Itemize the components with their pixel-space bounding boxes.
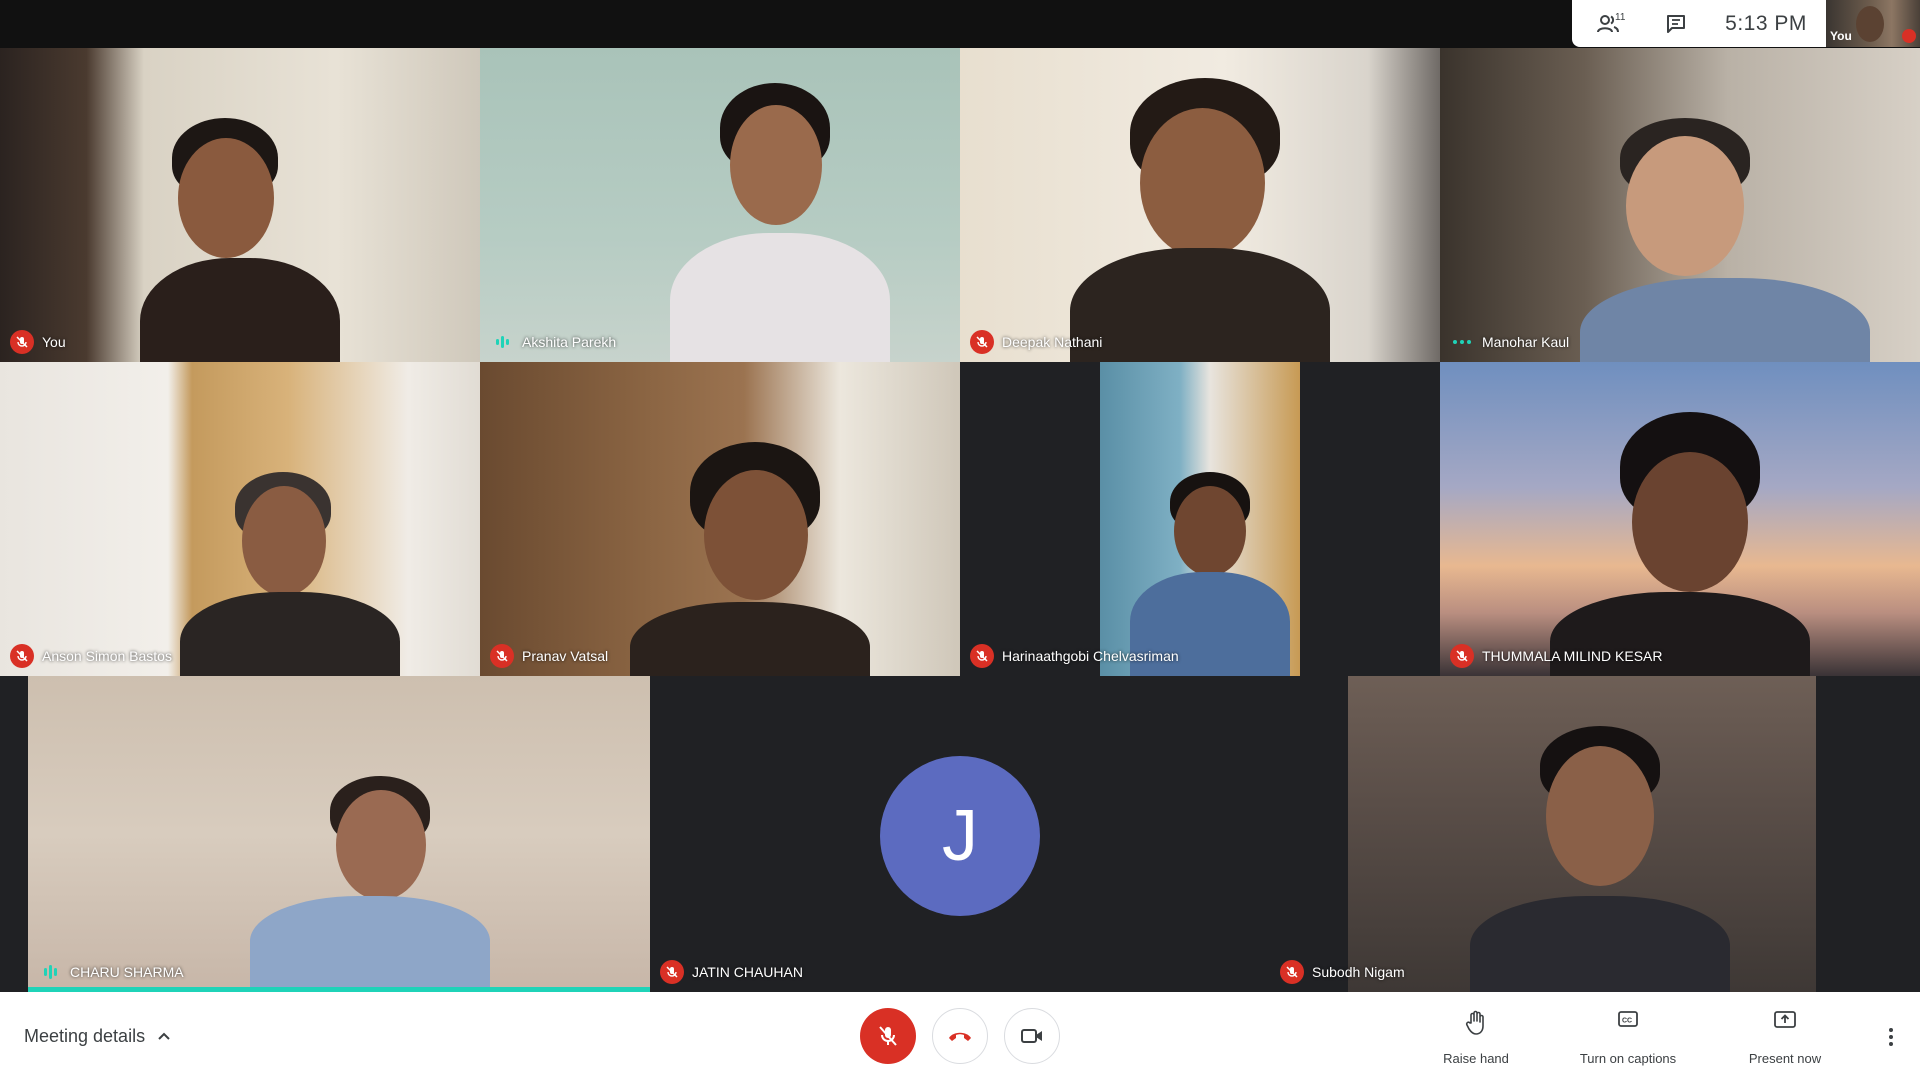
participant-name: JATIN CHAUHAN (692, 964, 803, 980)
raise-hand-label: Raise hand (1443, 1051, 1509, 1066)
person-silhouette (240, 776, 500, 992)
present-now-button[interactable]: Present now (1735, 1010, 1835, 1066)
participant-tile[interactable]: Anson Simon Bastos (0, 362, 480, 676)
raise-hand-button[interactable]: Raise hand (1430, 1010, 1522, 1066)
meeting-clock: 5:13 PM (1725, 11, 1807, 35)
person-silhouette (140, 118, 350, 362)
participant-tile[interactable]: Pranav Vatsal (480, 362, 960, 676)
mic-off-icon (879, 1026, 897, 1046)
person-silhouette (1070, 78, 1330, 362)
chevron-up-icon (158, 1032, 170, 1040)
speaking-indicator-icon (490, 330, 514, 354)
participant-tile[interactable]: Harinaathgobi Chelvasriman (960, 362, 1440, 676)
microphone-toggle-button[interactable] (860, 1008, 916, 1064)
more-vert-icon (1889, 1028, 1893, 1032)
svg-text:CC: CC (1622, 1018, 1632, 1025)
mic-off-icon (490, 644, 514, 668)
participant-tile[interactable]: Deepak Nathani (960, 48, 1440, 362)
chat-icon (1667, 14, 1685, 33)
mic-off-icon (10, 644, 34, 668)
participant-name: Manohar Kaul (1482, 334, 1570, 350)
meet-window: 11 5:13 PM You You Akshita Parekh Deepak… (0, 0, 1920, 1080)
person-silhouette (1470, 726, 1730, 992)
leave-call-button[interactable] (932, 1008, 988, 1064)
participant-tile[interactable]: Manohar Kaul (1440, 48, 1920, 362)
participants-button[interactable]: 11 (1572, 0, 1646, 47)
hand-icon (1465, 1010, 1484, 1035)
chat-button[interactable] (1646, 0, 1706, 47)
participant-name: THUMMALA MILIND KESAR (1482, 648, 1663, 664)
person-silhouette (180, 472, 400, 676)
person-silhouette (1570, 118, 1870, 362)
mic-off-icon (1450, 644, 1474, 668)
meeting-info-panel: 11 5:13 PM You (1572, 0, 1920, 47)
participant-name: Anson Simon Bastos (42, 648, 172, 664)
participant-tile[interactable]: THUMMALA MILIND KESAR (1440, 362, 1920, 676)
speaking-indicator-icon (38, 960, 62, 984)
present-screen-icon (1774, 1011, 1796, 1028)
video-camera-icon (1021, 1029, 1042, 1043)
participant-tile[interactable]: J JATIN CHAUHAN (650, 676, 1270, 992)
participant-name: You (42, 334, 66, 350)
mic-off-icon (970, 644, 994, 668)
self-view-video (1856, 6, 1884, 42)
mic-off-icon (1280, 960, 1304, 984)
audio-on-icon (1450, 330, 1474, 354)
self-view-label: You (1830, 29, 1852, 43)
participant-label: Akshita Parekh (490, 330, 616, 354)
participant-avatar: J (880, 756, 1040, 916)
participant-name: CHARU SHARMA (70, 964, 184, 980)
meeting-details-button[interactable]: Meeting details (24, 1018, 171, 1054)
participant-label: Harinaathgobi Chelvasriman (970, 644, 1179, 668)
participant-label: Deepak Nathani (970, 330, 1102, 354)
participant-label: You (10, 330, 66, 354)
mic-off-icon (10, 330, 34, 354)
present-now-label: Present now (1748, 1051, 1822, 1066)
participant-label: Subodh Nigam (1280, 960, 1405, 984)
person-silhouette (650, 83, 890, 362)
participant-count: 11 (1615, 12, 1626, 23)
participant-label: THUMMALA MILIND KESAR (1450, 644, 1662, 668)
meeting-details-label: Meeting details (24, 1025, 146, 1046)
participant-name: Akshita Parekh (522, 334, 617, 350)
mic-off-icon (660, 960, 684, 984)
more-options-button[interactable] (1876, 1022, 1906, 1052)
participant-name: Deepak Nathani (1002, 334, 1103, 350)
participant-name: Pranav Vatsal (522, 648, 609, 664)
hang-up-icon (949, 1032, 971, 1041)
self-view-thumbnail[interactable]: You (1826, 0, 1920, 47)
participant-tile[interactable]: Akshita Parekh (480, 48, 960, 362)
participant-label: JATIN CHAUHAN (660, 960, 803, 984)
participant-label: CHARU SHARMA (38, 960, 184, 984)
captions-button[interactable]: CC Turn on captions (1568, 1010, 1688, 1066)
self-mic-off-icon (1902, 29, 1916, 43)
participant-tile[interactable]: Subodh Nigam (1270, 676, 1920, 992)
person-silhouette (630, 442, 870, 676)
participant-label: Anson Simon Bastos (10, 644, 172, 668)
participant-tile[interactable]: You (0, 48, 480, 362)
mic-off-icon (970, 330, 994, 354)
top-bar: 11 5:13 PM You (0, 0, 1920, 48)
person-silhouette (1550, 412, 1810, 676)
camera-toggle-button[interactable] (1004, 1008, 1060, 1064)
bottom-toolbar: Meeting details Raise hand CC Turn on ca… (0, 992, 1920, 1080)
captions-label: Turn on captions (1579, 1051, 1677, 1066)
participant-label: Manohar Kaul (1450, 330, 1569, 354)
participant-tile[interactable]: CHARU SHARMA (0, 676, 650, 992)
participant-name: Subodh Nigam (1312, 964, 1405, 980)
participant-name: Harinaathgobi Chelvasriman (1002, 648, 1179, 664)
closed-captions-icon: CC (1618, 1011, 1638, 1027)
participant-label: Pranav Vatsal (490, 644, 608, 668)
